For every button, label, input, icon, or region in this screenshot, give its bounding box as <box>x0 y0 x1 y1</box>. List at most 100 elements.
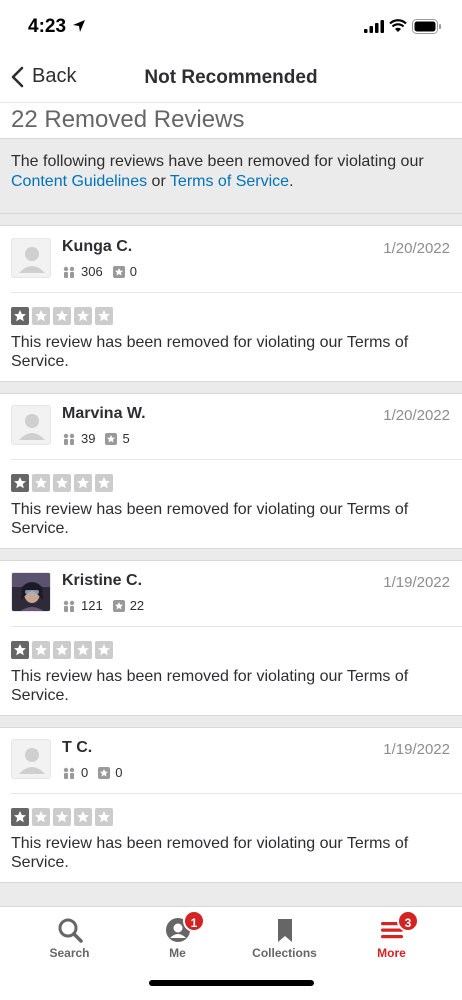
status-bar: 4:23 <box>0 0 462 54</box>
star-icon <box>74 808 92 826</box>
tab-me[interactable]: 1 Me <box>120 907 235 967</box>
review-text: This review has been removed for violati… <box>11 668 409 704</box>
friend-count: 306 <box>81 264 103 279</box>
removed-reviews-count: 22 Removed Reviews <box>11 106 245 133</box>
section-gap <box>0 382 462 394</box>
tab-search[interactable]: Search <box>12 907 127 967</box>
review-count: 0 <box>115 765 123 780</box>
friend-count: 121 <box>81 598 103 613</box>
review-date: 1/20/2022 <box>383 240 450 257</box>
tab-collections[interactable]: Collections <box>227 907 342 967</box>
reviewer-stats: 0 0 <box>62 765 132 780</box>
section-gap <box>0 716 462 728</box>
section-gap <box>0 214 462 226</box>
star-icon <box>11 641 29 659</box>
star-icon <box>32 307 50 325</box>
review-date: 1/19/2022 <box>383 574 450 591</box>
back-label: Back <box>32 65 77 87</box>
review-count-icon <box>112 265 125 278</box>
star-icon <box>32 641 50 659</box>
reviewer-name[interactable]: T C. <box>62 739 92 757</box>
star-icon <box>74 641 92 659</box>
star-icon <box>11 474 29 492</box>
back-button[interactable]: Back <box>10 65 76 88</box>
removal-notice: The following reviews have been removed … <box>0 138 462 214</box>
navigation-bar: Not Recommended Back <box>0 54 462 102</box>
friends-icon <box>63 266 75 278</box>
terms-of-service-link[interactable]: Terms of Service <box>170 173 289 190</box>
tab-label: Collections <box>252 946 317 960</box>
wifi-icon <box>389 19 407 32</box>
star-icon <box>74 474 92 492</box>
review-count-icon <box>98 766 111 779</box>
location-arrow-icon <box>73 20 85 32</box>
default-avatar-icon[interactable] <box>11 238 51 278</box>
notice-text-end: . <box>289 173 294 190</box>
star-rating <box>11 474 116 492</box>
review-count-icon <box>112 599 125 612</box>
star-icon <box>53 307 71 325</box>
star-icon <box>32 474 50 492</box>
search-icon <box>58 918 83 943</box>
star-rating <box>11 641 116 659</box>
star-icon <box>53 474 71 492</box>
divider <box>11 793 462 794</box>
review-date: 1/19/2022 <box>383 741 450 758</box>
home-indicator[interactable] <box>149 980 314 986</box>
review-count-icon <box>105 432 118 445</box>
star-icon <box>53 808 71 826</box>
divider <box>11 292 462 293</box>
notification-badge: 3 <box>397 910 419 932</box>
star-icon <box>95 307 113 325</box>
reviewer-name[interactable]: Kunga C. <box>62 238 132 256</box>
star-icon <box>95 474 113 492</box>
default-avatar-icon[interactable] <box>11 405 51 445</box>
default-avatar-icon[interactable] <box>11 739 51 779</box>
friends-icon <box>63 433 75 445</box>
star-icon <box>53 641 71 659</box>
review-text: This review has been removed for violati… <box>11 334 409 370</box>
section-heading: 22 Removed Reviews <box>0 102 462 139</box>
star-icon <box>32 808 50 826</box>
cellular-signal-icon <box>364 20 384 33</box>
reviewer-stats: 121 22 <box>62 598 154 613</box>
friend-count: 39 <box>81 431 96 446</box>
battery-icon <box>412 19 441 34</box>
reviewer-stats: 306 0 <box>62 264 147 279</box>
reviewer-stats: 39 5 <box>62 431 140 446</box>
friends-icon <box>63 600 75 612</box>
notice-text: The following reviews have been removed … <box>11 153 424 170</box>
reviewer-name[interactable]: Marvina W. <box>62 405 146 423</box>
star-icon <box>74 307 92 325</box>
section-gap <box>0 883 462 907</box>
review-count: 5 <box>122 431 130 446</box>
tab-label: More <box>377 946 406 960</box>
friends-icon <box>63 767 75 779</box>
content-guidelines-link[interactable]: Content Guidelines <box>11 173 147 190</box>
divider <box>11 459 462 460</box>
star-icon <box>95 641 113 659</box>
user-photo[interactable] <box>11 572 51 612</box>
status-time: 4:23 <box>28 16 67 37</box>
review-card: Kunga C. 306 0 1/20/2022 This review has… <box>0 227 462 382</box>
review-card: Marvina W. 39 5 1/20/2022 This review ha… <box>0 394 462 549</box>
star-rating <box>11 307 116 325</box>
tab-label: Me <box>169 946 186 960</box>
star-icon <box>95 808 113 826</box>
review-text: This review has been removed for violati… <box>11 501 409 537</box>
review-count: 22 <box>129 598 145 613</box>
notification-badge: 1 <box>183 910 205 932</box>
section-gap <box>0 549 462 561</box>
star-rating <box>11 808 116 826</box>
chevron-left-icon <box>11 66 24 87</box>
reviewer-name[interactable]: Kristine C. <box>62 572 142 590</box>
tab-more[interactable]: 3 More <box>334 907 449 967</box>
bookmark-icon <box>278 919 292 942</box>
star-icon <box>11 808 29 826</box>
review-card: T C. 0 0 1/19/2022 This review has been … <box>0 728 462 883</box>
review-card: Kristine C. 121 22 1/19/2022 This review… <box>0 561 462 716</box>
review-text: This review has been removed for violati… <box>11 835 409 871</box>
divider <box>11 626 462 627</box>
review-count: 0 <box>129 264 137 279</box>
tab-label: Search <box>49 946 90 960</box>
